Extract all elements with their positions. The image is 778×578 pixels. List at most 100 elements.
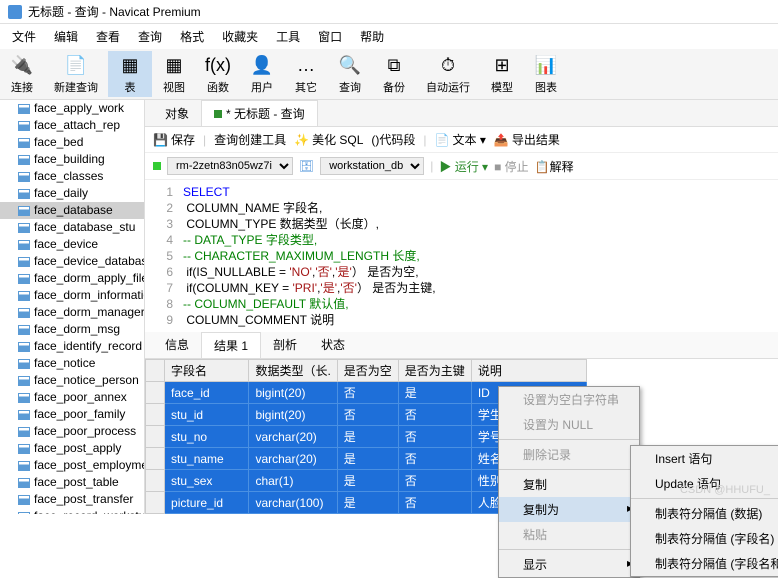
sidebar-item-face_bed[interactable]: face_bed — [0, 134, 144, 151]
ctx-copy-as[interactable]: 复制为 — [499, 497, 639, 522]
sidebar-item-face_poor_annex[interactable]: face_poor_annex — [0, 389, 144, 406]
ctx-tab-data[interactable]: 制表符分隔值 (数据) — [631, 501, 778, 526]
tool-模型[interactable]: ⊞模型 — [480, 51, 524, 97]
sidebar: face_apply_workface_attach_repface_bedfa… — [0, 100, 145, 514]
menu-收藏夹[interactable]: 收藏夹 — [214, 26, 266, 47]
window-title: 无标题 - 查询 - Navicat Premium — [28, 3, 201, 20]
tab-query[interactable]: * 无标题 - 查询 — [201, 100, 318, 126]
sidebar-item-face_identify_record[interactable]: face_identify_record — [0, 338, 144, 355]
run-button[interactable]: ▶ 运行 ▾ — [439, 158, 488, 175]
ctx-tab-field[interactable]: 制表符分隔值 (字段名) — [631, 526, 778, 551]
table-icon — [18, 308, 30, 318]
menu-窗口[interactable]: 窗口 — [310, 26, 350, 47]
table-icon — [18, 104, 30, 114]
beautify-button[interactable]: ✨美化 SQL — [294, 131, 363, 148]
tool-连接[interactable]: 🔌连接 — [0, 51, 44, 97]
tool-备份[interactable]: ⧉备份 — [372, 51, 416, 97]
sidebar-item-face_poor_process[interactable]: face_poor_process — [0, 423, 144, 440]
explain-button[interactable]: 📋解释 — [535, 158, 574, 175]
query-tools-button[interactable]: 查询创建工具 — [214, 131, 286, 148]
ctx-paste[interactable]: 粘贴 — [499, 522, 639, 547]
sidebar-item-face_notice_person[interactable]: face_notice_person — [0, 372, 144, 389]
menubar: 文件编辑查看查询格式收藏夹工具窗口帮助 — [0, 24, 778, 49]
table-icon — [18, 512, 30, 515]
sidebar-item-face_post_table[interactable]: face_post_table — [0, 474, 144, 491]
sidebar-item-face_dorm_msg[interactable]: face_dorm_msg — [0, 321, 144, 338]
context-menu: 设置为空白字符串 设置为 NULL 删除记录 复制 复制为 粘贴 显示 — [498, 386, 640, 578]
tool-图表[interactable]: 📊图表 — [524, 51, 568, 97]
ctx-show[interactable]: 显示 — [499, 552, 639, 577]
watermark: CSDN @HHUFU_ — [680, 484, 770, 496]
sidebar-item-face_attach_rep[interactable]: face_attach_rep — [0, 117, 144, 134]
menu-文件[interactable]: 文件 — [4, 26, 44, 47]
toolbar: 🔌连接📄新建查询▦表▦视图f(x)函数👤用户…其它🔍查询⧉备份⏱自动运行⊞模型📊… — [0, 49, 778, 100]
sidebar-item-face_poor_family[interactable]: face_poor_family — [0, 406, 144, 423]
tab-analyze[interactable]: 剖析 — [261, 332, 309, 358]
export-button[interactable]: 📤导出结果 — [494, 131, 560, 148]
table-icon — [18, 410, 30, 420]
tool-自动运行[interactable]: ⏱自动运行 — [416, 51, 480, 97]
sidebar-item-face_apply_work[interactable]: face_apply_work — [0, 100, 144, 117]
sidebar-item-face_dorm_apply_file[interactable]: face_dorm_apply_file — [0, 270, 144, 287]
sidebar-item-face_dorm_manager[interactable]: face_dorm_manager — [0, 304, 144, 321]
ctx-set-blank[interactable]: 设置为空白字符串 — [499, 387, 639, 412]
table-icon — [18, 291, 30, 301]
tool-视图[interactable]: ▦视图 — [152, 51, 196, 97]
table-icon — [18, 274, 30, 284]
snippet-button[interactable]: ()代码段 — [371, 131, 415, 148]
ctx-delete[interactable]: 删除记录 — [499, 442, 639, 467]
sidebar-item-face_notice[interactable]: face_notice — [0, 355, 144, 372]
stop-button[interactable]: ■ 停止 — [494, 158, 529, 175]
tab-result[interactable]: 结果 1 — [201, 332, 261, 358]
tab-object[interactable]: 对象 — [153, 100, 201, 126]
sidebar-item-face_post_employmen[interactable]: face_post_employmen — [0, 457, 144, 474]
table-icon — [18, 155, 30, 165]
table-icon — [18, 359, 30, 369]
sidebar-item-face_post_apply[interactable]: face_post_apply — [0, 440, 144, 457]
tool-用户[interactable]: 👤用户 — [240, 51, 284, 97]
table-icon — [18, 121, 30, 131]
tab-status[interactable]: 状态 — [309, 332, 357, 358]
tool-表[interactable]: ▦表 — [108, 51, 152, 97]
ctx-copy[interactable]: 复制 — [499, 472, 639, 497]
menu-格式[interactable]: 格式 — [172, 26, 212, 47]
text-button[interactable]: 📄 文本 ▾ — [435, 131, 486, 148]
sidebar-item-face_device_database[interactable]: face_device_database — [0, 253, 144, 270]
table-icon — [18, 478, 30, 488]
menu-查询[interactable]: 查询 — [130, 26, 170, 47]
table-icon — [18, 240, 30, 250]
table-icon — [18, 427, 30, 437]
table-icon — [18, 223, 30, 233]
server-select[interactable]: rm-2zetn83n05wz7i — [167, 157, 293, 175]
table-icon — [18, 461, 30, 471]
menu-编辑[interactable]: 编辑 — [46, 26, 86, 47]
tool-函数[interactable]: f(x)函数 — [196, 51, 240, 97]
db-select[interactable]: workstation_db — [320, 157, 424, 175]
menu-帮助[interactable]: 帮助 — [352, 26, 392, 47]
table-icon — [18, 325, 30, 335]
table-icon — [18, 189, 30, 199]
tool-查询[interactable]: 🔍查询 — [328, 51, 372, 97]
menu-查看[interactable]: 查看 — [88, 26, 128, 47]
sql-editor[interactable]: 1SELECT 2 COLUMN_NAME 字段名, 3 COLUMN_TYPE… — [145, 180, 778, 332]
ctx-set-null[interactable]: 设置为 NULL — [499, 412, 639, 437]
ctx-tab-both[interactable]: 制表符分隔值 (字段名和数据) — [631, 551, 778, 576]
tab-info[interactable]: 信息 — [153, 332, 201, 358]
menu-工具[interactable]: 工具 — [268, 26, 308, 47]
tool-其它[interactable]: …其它 — [284, 51, 328, 97]
sidebar-item-face_daily[interactable]: face_daily — [0, 185, 144, 202]
ctx-insert[interactable]: Insert 语句 — [631, 446, 778, 471]
save-button[interactable]: 💾 保存 — [153, 131, 195, 148]
sidebar-item-face_dorm_information[interactable]: face_dorm_information — [0, 287, 144, 304]
table-icon — [18, 138, 30, 148]
table-icon — [18, 393, 30, 403]
sidebar-item-face_record_workstudy[interactable]: face_record_workstudy — [0, 508, 144, 514]
tool-新建查询[interactable]: 📄新建查询 — [44, 51, 108, 97]
sidebar-item-face_database[interactable]: face_database — [0, 202, 144, 219]
sidebar-item-face_classes[interactable]: face_classes — [0, 168, 144, 185]
context-submenu: Insert 语句 Update 语句 制表符分隔值 (数据) 制表符分隔值 (… — [630, 445, 778, 577]
sidebar-item-face_database_stu[interactable]: face_database_stu — [0, 219, 144, 236]
sidebar-item-face_device[interactable]: face_device — [0, 236, 144, 253]
table-icon — [18, 444, 30, 454]
sidebar-item-face_building[interactable]: face_building — [0, 151, 144, 168]
